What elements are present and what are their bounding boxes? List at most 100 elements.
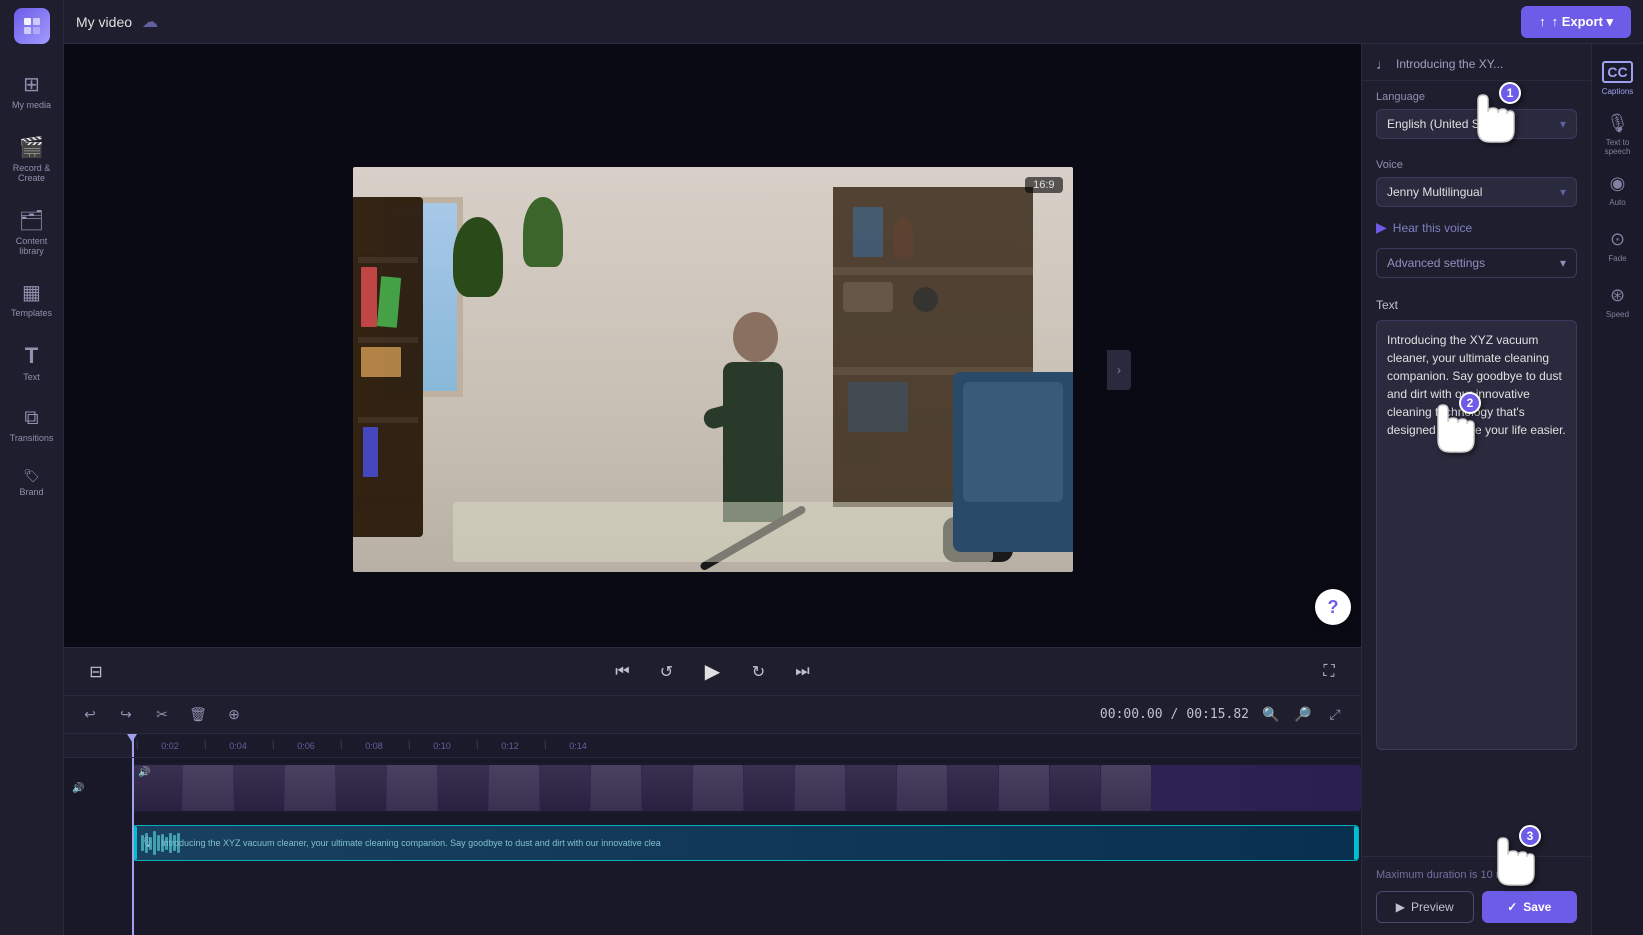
- right-panel-actions: ▶ Preview ✓ Save: [1376, 891, 1577, 923]
- forward-5s-button[interactable]: ↻: [743, 656, 775, 688]
- voice-chevron-icon: ▾: [1560, 185, 1566, 199]
- subtitle-toggle-button[interactable]: ⊟: [80, 656, 112, 688]
- playback-right-controls: ⛶: [1313, 656, 1345, 688]
- ruler-marks: 0:02 0:04 0:06 0:08 0:10 0:12 0:14: [132, 741, 612, 751]
- timeline-section: ↩ ↪ ✂ 🗑 ⊕ 00:00.00 / 00:15.82 🔍 🔎 ⤢: [64, 695, 1361, 935]
- audio-clip-handle-right[interactable]: [1354, 826, 1358, 860]
- audio-clip[interactable]: 🎙 Introducing the XYZ vacuum cleaner, yo…: [132, 825, 1359, 861]
- clip-frame-5: [336, 765, 386, 811]
- clip-frame-9: [540, 765, 590, 811]
- sidebar-item-label: My media: [12, 101, 51, 111]
- video-frame: 16:9: [353, 167, 1073, 572]
- voice-section: Voice Jenny Multilingual ▾ ▶ Hear this v…: [1362, 149, 1591, 288]
- sidebar-item-text[interactable]: T Text: [4, 333, 60, 393]
- clip-frame-16: [897, 765, 947, 811]
- skip-to-start-button[interactable]: ⏮: [607, 656, 639, 688]
- ruler-track-header: [64, 734, 132, 757]
- auto-icon-button[interactable]: ◉ Auto: [1596, 164, 1640, 216]
- audio-track-row: 🎙 Introducing the XYZ vacuum cleaner, yo…: [64, 818, 1361, 868]
- zoom-in-button[interactable]: 🔎: [1289, 701, 1317, 729]
- play-circle-icon: ▶: [1376, 219, 1387, 236]
- plant-2: [523, 197, 563, 267]
- language-label: Language: [1376, 91, 1577, 103]
- media-add-button[interactable]: ⊕: [220, 701, 248, 729]
- project-title[interactable]: My video: [76, 14, 132, 30]
- sidebar-item-brand[interactable]: 🏷 Brand: [4, 458, 60, 508]
- cut-button[interactable]: ✂: [148, 701, 176, 729]
- advanced-settings-label: Advanced settings: [1387, 256, 1485, 270]
- content-area: 16:9 › ? ⊟ ⏮ ↺ ▶ ↻ ⏭: [64, 44, 1643, 935]
- timeline-zoom-controls: 🔍 🔎 ⤢: [1257, 701, 1349, 729]
- preview-label: Preview: [1411, 900, 1454, 914]
- save-button[interactable]: ✓ Save: [1482, 891, 1578, 923]
- export-button[interactable]: ↑ ↑ Export ▾: [1521, 6, 1631, 38]
- text-to-speech-icon-button[interactable]: 🎙 Text to speech: [1596, 108, 1640, 160]
- topbar: My video ☁ ↑ ↑ Export ▾: [64, 0, 1643, 44]
- text-input[interactable]: [1376, 320, 1577, 750]
- undo-button[interactable]: ↩: [76, 701, 104, 729]
- video-clip[interactable]: [132, 765, 1361, 811]
- sidebar: ⊞ My media 🎬 Record & Create 🗂 Content l…: [0, 0, 64, 935]
- redo-button[interactable]: ↪: [112, 701, 140, 729]
- clip-frame-4: [285, 765, 335, 811]
- sidebar-item-content-library[interactable]: 🗂 Content library: [4, 198, 60, 267]
- advanced-settings-chevron-icon: ▾: [1560, 256, 1566, 270]
- skip-to-end-button[interactable]: ⏭: [787, 656, 819, 688]
- preview-button[interactable]: ▶ Preview: [1376, 891, 1474, 923]
- ruler-mark-10: 0:10: [408, 741, 476, 751]
- fit-timeline-button[interactable]: ⤢: [1321, 701, 1349, 729]
- sidebar-item-record-create[interactable]: 🎬 Record & Create: [4, 125, 60, 194]
- audio-clip-handle-left[interactable]: [133, 826, 137, 860]
- hear-voice-button[interactable]: ▶ Hear this voice: [1376, 215, 1577, 240]
- sidebar-item-transitions[interactable]: ⧉ Transitions: [4, 397, 60, 454]
- clip-frame-2: [183, 765, 233, 811]
- aspect-ratio-badge: 16:9: [1025, 177, 1062, 193]
- ruler-mark-8: 0:08: [340, 741, 408, 751]
- sidebar-item-label: Text: [23, 373, 40, 383]
- ruler-mark-12: 0:12: [476, 741, 544, 751]
- fade-label: Fade: [1608, 254, 1626, 263]
- fullscreen-button[interactable]: ⛶: [1313, 656, 1345, 688]
- audio-track-content[interactable]: 🎙 Introducing the XYZ vacuum cleaner, yo…: [132, 823, 1361, 863]
- cloud-sync-icon: ☁: [142, 12, 158, 32]
- auto-label: Auto: [1609, 198, 1625, 207]
- right-panel-icon-bar: CC Captions 🎙 Text to speech ◉ Auto ⊙ Fa…: [1591, 44, 1643, 935]
- speed-icon-button[interactable]: ⊛ Speed: [1596, 276, 1640, 328]
- captions-icon-button[interactable]: CC Captions: [1596, 52, 1640, 104]
- sidebar-item-my-media[interactable]: ⊞ My media: [4, 62, 60, 121]
- right-panel-content: ♩ Introducing the XY... Language English…: [1362, 44, 1591, 856]
- panel-collapse-arrow[interactable]: ›: [1107, 350, 1131, 390]
- video-track-content[interactable]: 🔊: [132, 763, 1361, 813]
- books: [843, 437, 883, 467]
- delete-button[interactable]: 🗑: [184, 701, 212, 729]
- rewind-5s-button[interactable]: ↺: [651, 656, 683, 688]
- timeline-toolbar: ↩ ↪ ✂ 🗑 ⊕ 00:00.00 / 00:15.82 🔍 🔎 ⤢: [64, 696, 1361, 734]
- ruler-mark-2: 0:02: [136, 741, 204, 751]
- time-separator: /: [1171, 707, 1179, 722]
- help-button[interactable]: ?: [1315, 589, 1351, 625]
- voice-value: Jenny Multilingual: [1387, 185, 1482, 199]
- auto-icon: ◉: [1610, 173, 1626, 194]
- play-pause-button[interactable]: ▶: [695, 654, 731, 690]
- shelf-item: [853, 207, 883, 257]
- right-panel: ♩ Introducing the XY... Language English…: [1361, 44, 1591, 935]
- timeline-duration: 00:15.82: [1186, 707, 1249, 722]
- fade-icon: ⊙: [1610, 229, 1625, 250]
- fade-icon-button[interactable]: ⊙ Fade: [1596, 220, 1640, 272]
- clip-frame-20: [1101, 765, 1151, 811]
- editor-section: 16:9 › ? ⊟ ⏮ ↺ ▶ ↻ ⏭: [64, 44, 1361, 935]
- video-track-row: 🔊: [64, 758, 1361, 818]
- voice-select[interactable]: Jenny Multilingual ▾: [1376, 177, 1577, 207]
- clip-volume-icon: 🔊: [138, 767, 150, 778]
- rug: [453, 502, 993, 562]
- templates-icon: ▦: [22, 280, 41, 305]
- sidebar-item-templates[interactable]: ▦ Templates: [4, 270, 60, 329]
- zoom-out-button[interactable]: 🔍: [1257, 701, 1285, 729]
- sidebar-item-label: Brand: [19, 488, 43, 498]
- language-select[interactable]: English (United States) ▾: [1376, 109, 1577, 139]
- advanced-settings-button[interactable]: Advanced settings ▾: [1376, 248, 1577, 278]
- export-arrow-icon: ↑: [1539, 14, 1546, 29]
- video-scene: [353, 167, 1073, 572]
- text-icon: T: [25, 343, 38, 369]
- right-panel-title: Introducing the XY...: [1396, 57, 1503, 71]
